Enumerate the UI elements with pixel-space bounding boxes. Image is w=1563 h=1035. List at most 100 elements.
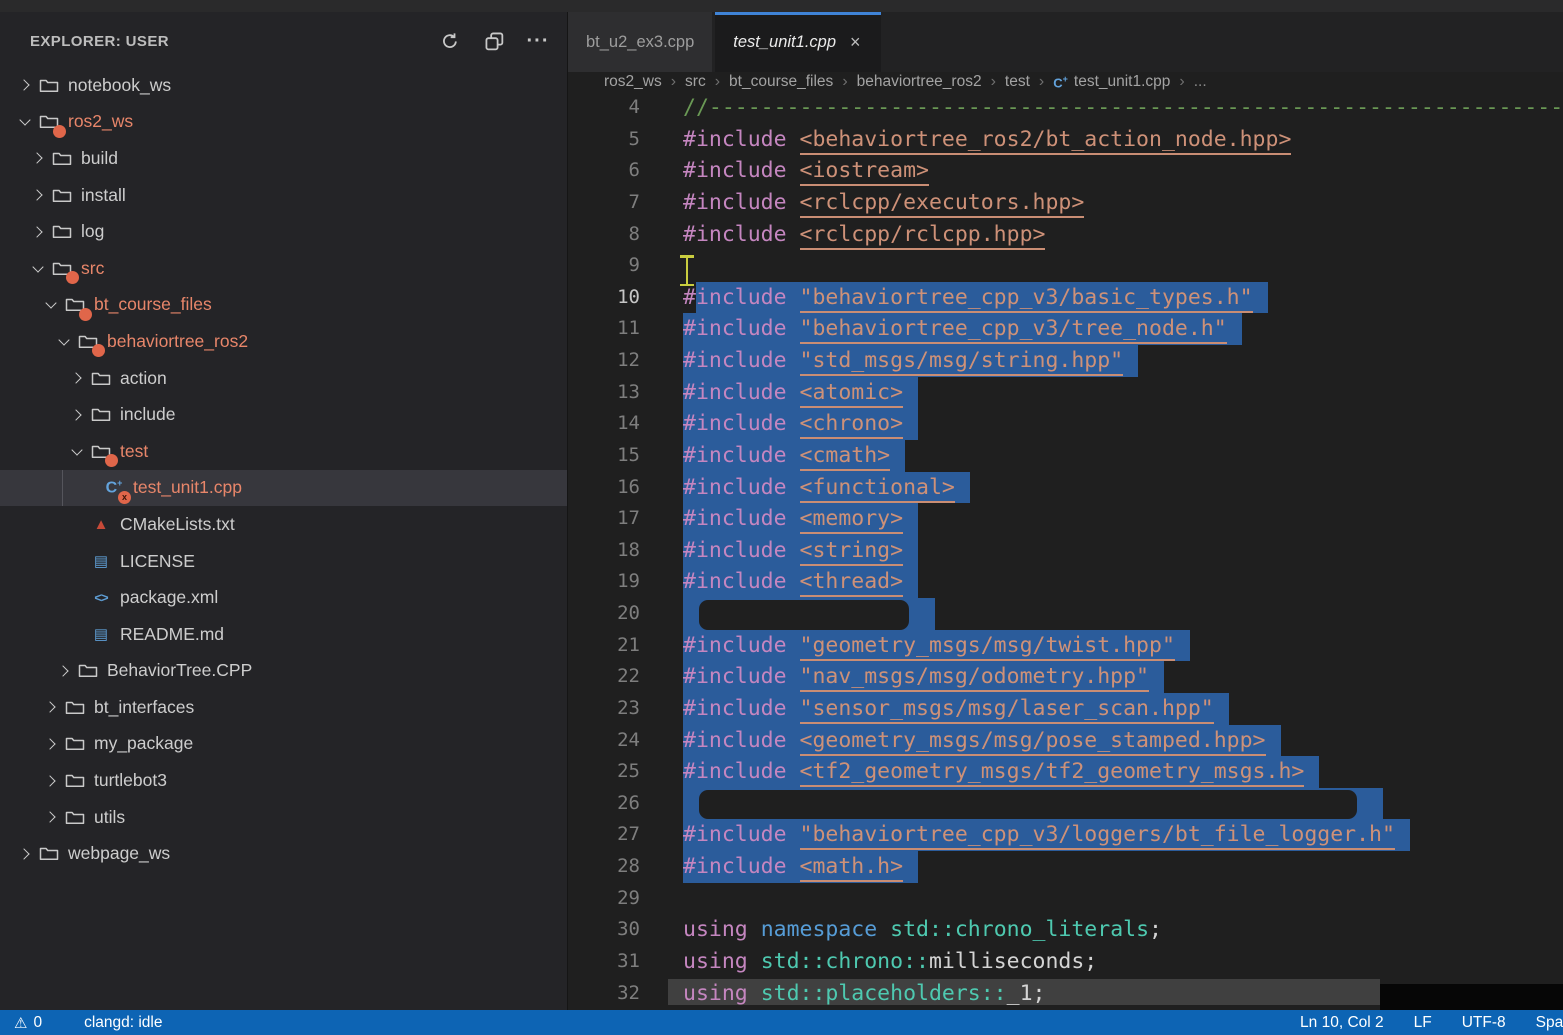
token-path: <chrono>	[800, 411, 904, 439]
code-line-31[interactable]: 31using std::chrono::milliseconds;	[568, 946, 1563, 978]
problems-indicator[interactable]: ⚠ 0	[14, 1014, 42, 1032]
tree-item-webpage-ws[interactable]: webpage_ws	[0, 835, 567, 872]
token-pl	[787, 285, 800, 310]
code-line-24[interactable]: 24#include <geometry_msgs/msg/pose_stamp…	[568, 725, 1563, 757]
tree-item-behaviortree-cpp[interactable]: BehaviorTree.CPP	[0, 653, 567, 690]
refresh-explorer-button[interactable]	[435, 26, 465, 56]
chevron-right-icon[interactable]	[14, 835, 36, 872]
code-line-7[interactable]: 7#include <rclcpp/executors.hpp>	[568, 187, 1563, 219]
tree-item-turtlebot3[interactable]: turtlebot3	[0, 762, 567, 799]
tree-item-license[interactable]: ▤LICENSE	[0, 543, 567, 580]
code-line-16[interactable]: 16#include <functional>	[568, 472, 1563, 504]
code-line-25[interactable]: 25#include <tf2_geometry_msgs/tf2_geomet…	[568, 756, 1563, 788]
code-line-21[interactable]: 21#include "geometry_msgs/msg/twist.hpp"	[568, 630, 1563, 662]
status-item-spac[interactable]: Spac	[1536, 1014, 1563, 1032]
tab-label: test_unit1.cpp	[733, 33, 836, 52]
token-path: <rclcpp/rclcpp.hpp>	[800, 222, 1046, 250]
chevron-right-icon[interactable]	[27, 177, 49, 214]
code-line-12[interactable]: 12#include "std_msgs/msg/string.hpp"	[568, 345, 1563, 377]
chevron-down-icon[interactable]	[40, 287, 62, 324]
gutter-gap	[640, 661, 683, 693]
chevron-right-icon[interactable]	[40, 689, 62, 726]
breadcrumb-file[interactable]: test_unit1.cpp	[1074, 73, 1171, 91]
tree-item-notebook-ws[interactable]: notebook_ws	[0, 67, 567, 104]
code-line-9[interactable]: 9	[568, 250, 1563, 282]
token-ty: std::placeholders::	[761, 981, 1007, 1006]
chevron-down-icon[interactable]	[14, 104, 36, 141]
breadcrumb-trailing[interactable]: ...	[1194, 73, 1207, 91]
breadcrumb-item-src[interactable]: src	[685, 73, 706, 91]
breadcrumb-item-bt_course_files[interactable]: bt_course_files	[729, 73, 833, 91]
breadcrumb-item-test[interactable]: test	[1005, 73, 1030, 91]
breadcrumb-item-ros2_ws[interactable]: ros2_ws	[604, 73, 662, 91]
tree-item-src[interactable]: src	[0, 250, 567, 287]
tree-item-install[interactable]: install	[0, 177, 567, 214]
tree-item-my-package[interactable]: my_package	[0, 726, 567, 763]
breadcrumb-item-behaviortree_ros2[interactable]: behaviortree_ros2	[857, 73, 982, 91]
chevron-down-icon[interactable]	[27, 250, 49, 287]
chevron-right-icon[interactable]	[53, 653, 75, 690]
code-line-26[interactable]: 26	[568, 788, 1563, 820]
status-item-lf[interactable]: LF	[1414, 1014, 1432, 1032]
code-line-18[interactable]: 18#include <string>	[568, 535, 1563, 567]
tree-item-cmakelists-txt[interactable]: ▲CMakeLists.txt	[0, 506, 567, 543]
tree-item-behaviortree-ros2[interactable]: behaviortree_ros2	[0, 323, 567, 360]
chevron-right-icon[interactable]	[27, 140, 49, 177]
chevron-right-icon[interactable]	[14, 67, 36, 104]
chevron-right-icon[interactable]	[40, 799, 62, 836]
code-line-4[interactable]: 4//-------------------------------------…	[568, 92, 1563, 124]
gutter-gap	[640, 377, 683, 409]
chevron-right-icon[interactable]	[27, 213, 49, 250]
tree-item-bt-interfaces[interactable]: bt_interfaces	[0, 689, 567, 726]
code-line-10[interactable]: 10#include "behaviortree_cpp_v3/basic_ty…	[568, 282, 1563, 314]
chevron-down-icon[interactable]	[66, 433, 88, 470]
code-line-13[interactable]: 13#include <atomic>	[568, 377, 1563, 409]
clangd-status[interactable]: clangd: idle	[84, 1014, 162, 1032]
tree-item-utils[interactable]: utils	[0, 799, 567, 836]
chevron-right-icon[interactable]	[40, 762, 62, 799]
chevron-right-icon[interactable]	[66, 360, 88, 397]
tree-item-test-unit1-cpp[interactable]: C+xtest_unit1.cpp	[0, 470, 567, 507]
code-line-11[interactable]: 11#include "behaviortree_cpp_v3/tree_nod…	[568, 313, 1563, 345]
code-line-29[interactable]: 29	[568, 883, 1563, 915]
code-line-17[interactable]: 17#include <memory>	[568, 503, 1563, 535]
tree-item-test[interactable]: test	[0, 433, 567, 470]
tree-item-readme-md[interactable]: ▤README.md	[0, 616, 567, 653]
tree-item-package-xml[interactable]: <>package.xml	[0, 579, 567, 616]
code-line-30[interactable]: 30using namespace std::chrono_literals;	[568, 914, 1563, 946]
status-item-ln-10-col-2[interactable]: Ln 10, Col 2	[1300, 1014, 1384, 1032]
code-line-6[interactable]: 6#include <iostream>	[568, 155, 1563, 187]
tree-item-log[interactable]: log	[0, 213, 567, 250]
tab-bt-u2-ex3-cpp[interactable]: bt_u2_ex3.cpp	[568, 12, 712, 72]
tree-item-include[interactable]: include	[0, 396, 567, 433]
collapse-folders-button[interactable]	[479, 26, 509, 56]
code-line-22[interactable]: 22#include "nav_msgs/msg/odometry.hpp"	[568, 661, 1563, 693]
code-line-23[interactable]: 23#include "sensor_msgs/msg/laser_scan.h…	[568, 693, 1563, 725]
line-number: 24	[568, 725, 640, 757]
status-item-utf-8[interactable]: UTF-8	[1462, 1014, 1506, 1032]
chevron-right-icon[interactable]	[66, 396, 88, 433]
chevron-down-icon[interactable]	[53, 323, 75, 360]
token-path: <geometry_msgs/msg/pose_stamped.hpp>	[800, 728, 1266, 756]
tab-test-unit1-cpp[interactable]: test_unit1.cpp ×	[715, 12, 880, 72]
tree-item-bt-course-files[interactable]: bt_course_files	[0, 287, 567, 324]
code-line-15[interactable]: 15#include <cmath>	[568, 440, 1563, 472]
more-actions-button[interactable]: ···	[523, 26, 553, 56]
code-line-5[interactable]: 5#include <behaviortree_ros2/bt_action_n…	[568, 124, 1563, 156]
code-line-19[interactable]: 19#include <thread>	[568, 566, 1563, 598]
code-line-28[interactable]: 28#include <math.h>	[568, 851, 1563, 883]
tree-item-ros2-ws[interactable]: ros2_ws	[0, 104, 567, 141]
token-pl	[787, 664, 800, 689]
token-kw: #include	[683, 158, 787, 183]
code-editor[interactable]: 4//-------------------------------------…	[568, 92, 1563, 1010]
close-tab-icon[interactable]: ×	[848, 32, 863, 53]
code-line-27[interactable]: 27#include "behaviortree_cpp_v3/loggers/…	[568, 819, 1563, 851]
chevron-right-icon[interactable]	[40, 726, 62, 763]
tree-item-build[interactable]: build	[0, 140, 567, 177]
token-pl	[787, 190, 800, 215]
gutter-gap	[640, 693, 683, 725]
code-line-14[interactable]: 14#include <chrono>	[568, 408, 1563, 440]
tree-item-action[interactable]: action	[0, 360, 567, 397]
code-line-20[interactable]: 20	[568, 598, 1563, 630]
code-line-8[interactable]: 8#include <rclcpp/rclcpp.hpp>	[568, 219, 1563, 251]
